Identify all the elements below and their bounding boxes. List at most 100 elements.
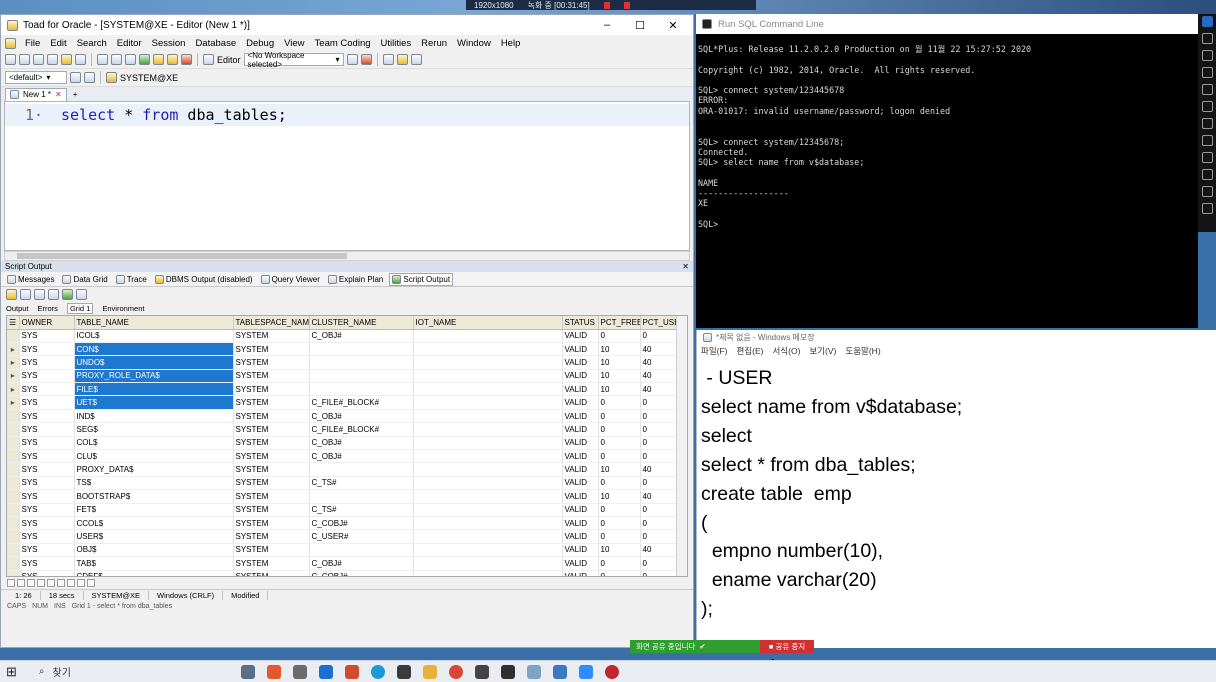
grid-cell[interactable]	[413, 409, 563, 424]
grid-cell[interactable]: 10	[598, 543, 641, 558]
zoom-icon[interactable]	[578, 664, 593, 679]
toad-taskbar-icon[interactable]	[526, 664, 541, 679]
grid-cell[interactable]: PROXY_ROLE_DATA$	[74, 369, 234, 384]
row-indicator[interactable]: ▸	[7, 382, 20, 397]
grid-cell[interactable]	[309, 489, 414, 504]
grid-cell[interactable]: SYS	[19, 382, 75, 397]
scrollbar-thumb[interactable]	[17, 253, 347, 259]
grid-cell[interactable]	[413, 556, 563, 571]
grid-cell[interactable]	[413, 449, 563, 464]
row-indicator[interactable]	[7, 462, 20, 477]
grid-cell[interactable]: 40	[640, 489, 678, 504]
grid-cell[interactable]: 0	[640, 529, 678, 544]
grid-cell[interactable]: SYSTEM	[233, 462, 310, 477]
grid-cell[interactable]	[413, 355, 563, 370]
row-indicator[interactable]: ▸	[7, 395, 20, 410]
grid-cell[interactable]: SYSTEM	[233, 369, 310, 384]
table-row[interactable]: ▸ SYS PROXY_ROLE_DATA$ SYSTEM VALID 10 40	[7, 369, 678, 384]
record-icon[interactable]	[604, 664, 619, 679]
window-icon[interactable]	[125, 54, 136, 65]
grid-cell[interactable]: 0	[598, 503, 641, 517]
grid-cell[interactable]	[413, 422, 563, 437]
powerpoint-icon[interactable]	[344, 664, 359, 679]
grid-cell[interactable]	[413, 382, 563, 397]
grid-cell[interactable]	[413, 516, 563, 531]
workspace-delete-icon[interactable]	[360, 54, 372, 65]
table-row[interactable]: SYS CLU$ SYSTEM C_OBJ# VALID 0 0	[7, 449, 678, 464]
grid-cell[interactable]	[413, 342, 563, 357]
grid-cell[interactable]: SYS	[19, 409, 75, 424]
grid-cell[interactable]: TS$	[74, 476, 234, 491]
grid-cell[interactable]	[309, 382, 414, 397]
grid-cell[interactable]	[309, 543, 414, 558]
table-row[interactable]: SYS FET$ SYSTEM C_TS# VALID 0 0	[7, 503, 678, 517]
schema-browser-icon[interactable]	[47, 54, 58, 65]
menu-rerun[interactable]: Rerun	[420, 38, 448, 49]
row-indicator[interactable]	[7, 409, 20, 424]
table-icon[interactable]	[111, 54, 122, 65]
grid-cell[interactable]	[413, 369, 563, 384]
save-output-icon[interactable]	[48, 289, 59, 300]
grid-cell[interactable]: BOOTSTRAP$	[74, 489, 234, 504]
pointer-icon[interactable]	[1201, 16, 1213, 27]
editor-button[interactable]: Editor	[217, 55, 241, 65]
row-indicator[interactable]: ▸	[7, 369, 20, 384]
grid-cell[interactable]	[309, 355, 414, 370]
grid-cell[interactable]: 0	[640, 422, 678, 437]
grid-cell[interactable]: 0	[598, 570, 641, 576]
taskbar-search[interactable]: ⌕ 찾기	[29, 663, 229, 681]
table-row[interactable]: SYS IND$ SYSTEM C_OBJ# VALID 0 0	[7, 409, 678, 424]
grid-cell[interactable]: 40	[640, 382, 678, 397]
session-icon[interactable]	[61, 54, 72, 65]
tools-icon[interactable]	[70, 72, 81, 83]
grid-cell[interactable]: SYSTEM	[233, 449, 310, 464]
grid-cell[interactable]: SYS	[19, 436, 75, 451]
grid-cell[interactable]: SYSTEM	[233, 570, 310, 576]
delete-record-button[interactable]	[57, 579, 65, 587]
printer-icon[interactable]	[410, 54, 422, 65]
row-indicator[interactable]	[7, 503, 20, 517]
grid-cell[interactable]	[413, 436, 563, 451]
notepad-menu-file[interactable]: 파일(F)	[701, 345, 728, 357]
table-row[interactable]: SYS SEG$ SYSTEM C_FILE#_BLOCK# VALID 0 0	[7, 422, 678, 437]
row-indicator[interactable]	[7, 516, 20, 531]
grid-cell[interactable]: 0	[598, 529, 641, 544]
menu-utilities[interactable]: Utilities	[380, 38, 413, 49]
grid-cell[interactable]: C_COBJ#	[309, 570, 414, 576]
grid-cell[interactable]: COL$	[74, 436, 234, 451]
post-record-button[interactable]	[67, 579, 75, 587]
grid-cell[interactable]: VALID	[562, 462, 599, 477]
menu-view[interactable]: View	[283, 38, 305, 49]
grid-cell[interactable]	[309, 342, 414, 357]
column-pct-used[interactable]: PCT_USE	[640, 316, 678, 330]
grid-cell[interactable]: 10	[598, 489, 641, 504]
grid-cell[interactable]: 0	[640, 570, 678, 576]
rectangle-icon[interactable]	[1201, 101, 1213, 112]
grid-cell[interactable]: VALID	[562, 395, 599, 410]
grid-cell[interactable]: SYSTEM	[233, 342, 310, 357]
edge-icon[interactable]	[370, 664, 385, 679]
grid-cell[interactable]: VALID	[562, 436, 599, 451]
grid-cell[interactable]	[413, 543, 563, 558]
last-record-button[interactable]	[37, 579, 45, 587]
sql-editor[interactable]: 1· select * from dba_tables;	[4, 101, 690, 251]
menu-search[interactable]: Search	[76, 38, 108, 49]
table-row[interactable]: SYS TS$ SYSTEM C_TS# VALID 0 0	[7, 476, 678, 491]
grid-cell[interactable]: VALID	[562, 409, 599, 424]
grid-cell[interactable]: SYS	[19, 556, 75, 571]
excel-icon[interactable]	[62, 289, 73, 300]
eraser-icon[interactable]	[1201, 152, 1213, 163]
grid-cell[interactable]: VALID	[562, 329, 599, 343]
grid-cell[interactable]: IND$	[74, 409, 234, 424]
maximize-button[interactable]: ☐	[626, 19, 654, 32]
grid-cell[interactable]	[413, 395, 563, 410]
grid-cell[interactable]: SYS	[19, 543, 75, 558]
column-pct-free[interactable]: PCT_FREE	[598, 316, 641, 330]
new-icon[interactable]	[5, 54, 16, 65]
grid-cell[interactable]: 0	[640, 409, 678, 424]
grid-cell[interactable]: 0	[598, 436, 641, 451]
arrow-icon[interactable]	[1201, 84, 1213, 95]
row-indicator[interactable]	[7, 422, 20, 437]
grid-cell[interactable]: VALID	[562, 476, 599, 491]
grid-cell[interactable]: 40	[640, 369, 678, 384]
